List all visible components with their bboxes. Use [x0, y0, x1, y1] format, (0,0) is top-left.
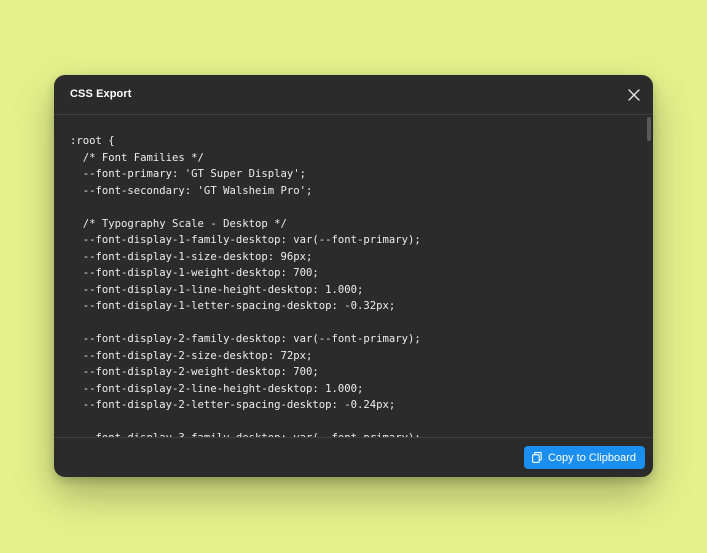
clipboard-icon: [531, 452, 542, 463]
css-code-block: :root { /* Font Families */ --font-prima…: [70, 133, 421, 437]
dialog-footer: Copy to Clipboard: [54, 437, 653, 477]
code-line: --font-display-2-line-height-desktop: 1.…: [70, 382, 364, 395]
code-viewer[interactable]: :root { /* Font Families */ --font-prima…: [54, 115, 653, 437]
code-line: --font-display-1-size-desktop: 96px;: [70, 250, 313, 263]
code-line: --font-display-2-letter-spacing-desktop:…: [70, 399, 396, 411]
copy-to-clipboard-button[interactable]: Copy to Clipboard: [523, 446, 645, 469]
code-line: --font-display-2-family-desktop: var(--f…: [70, 333, 421, 345]
code-line: --font-display-1-letter-spacing-desktop:…: [70, 300, 396, 312]
code-line: /* Font Families */: [70, 151, 204, 164]
code-line: :root {: [70, 135, 115, 147]
code-line: --font-display-1-line-height-desktop: 1.…: [70, 283, 364, 296]
copy-button-label: Copy to Clipboard: [547, 451, 636, 464]
code-line: --font-display-1-weight-desktop: 700;: [70, 267, 319, 279]
scrollbar-thumb[interactable]: [647, 117, 651, 141]
code-line: --font-display-2-weight-desktop: 700;: [70, 366, 319, 378]
code-line: --font-secondary: 'GT Walsheim Pro';: [70, 184, 313, 197]
close-button[interactable]: [625, 86, 643, 104]
css-export-dialog: CSS Export :root { /* Font Families */ -…: [54, 75, 653, 477]
code-line: /* Typography Scale - Desktop */: [70, 217, 287, 230]
dialog-title: CSS Export: [70, 88, 132, 100]
code-line: --font-primary: 'GT Super Display';: [70, 168, 306, 180]
close-icon: [628, 89, 640, 101]
dialog-header: CSS Export: [54, 75, 653, 115]
code-line: --font-display-1-family-desktop: var(--f…: [70, 234, 421, 246]
code-line: --font-display-2-size-desktop: 72px;: [70, 349, 313, 362]
